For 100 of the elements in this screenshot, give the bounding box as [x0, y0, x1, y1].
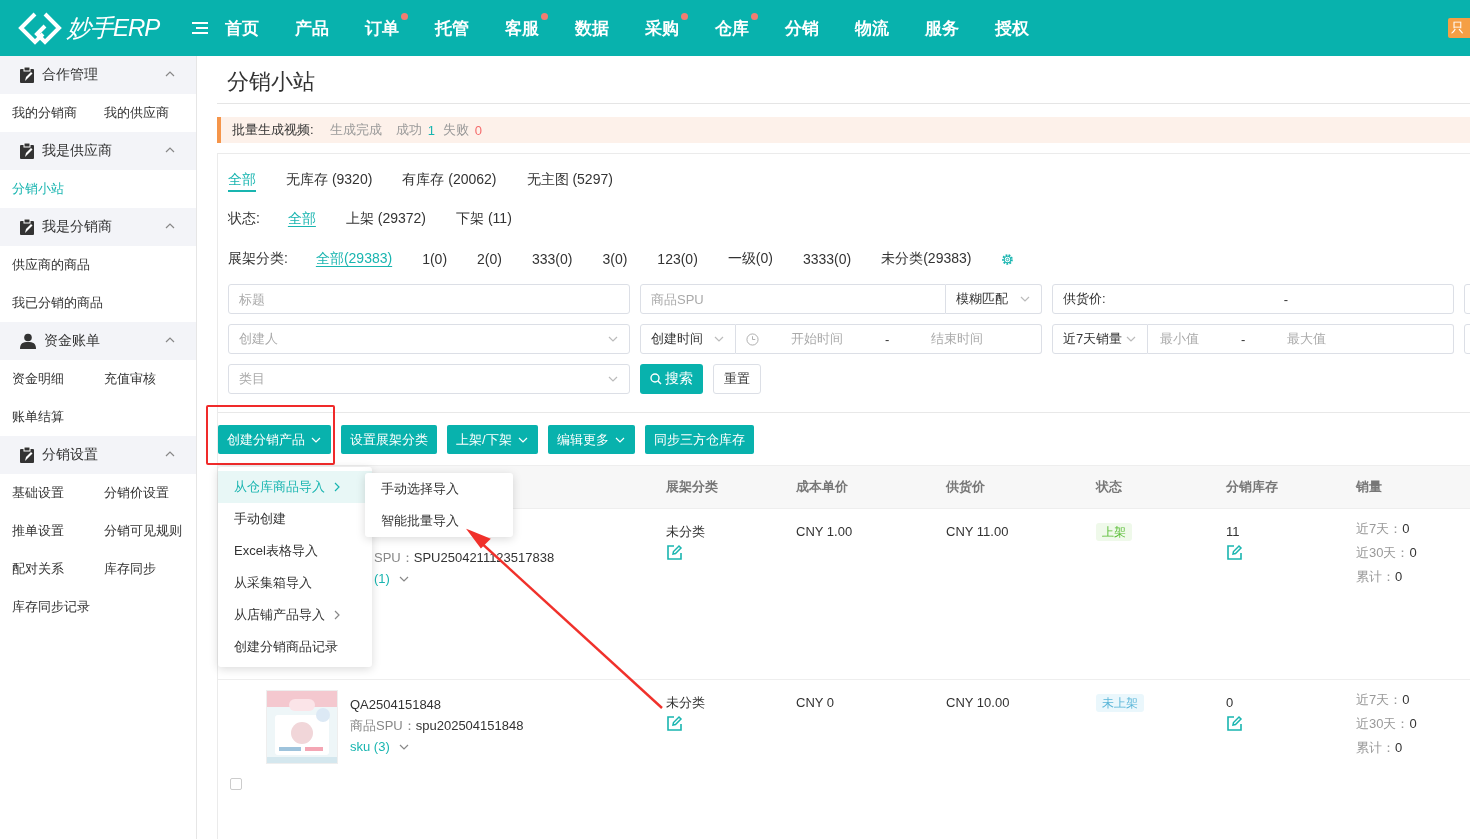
- filter-option[interactable]: 上架 (29372): [345, 210, 427, 228]
- sidebar-item[interactable]: 供应商的商品: [12, 246, 104, 284]
- filter-option[interactable]: 2(0): [477, 251, 502, 267]
- page-title: 分销小站: [217, 56, 1470, 104]
- sales-label: 累计：: [1356, 740, 1395, 755]
- sidebar-item[interactable]: 资金明细: [12, 360, 104, 398]
- menu-icon[interactable]: [191, 21, 209, 35]
- table-cell-text: 11: [1226, 523, 1241, 541]
- menu-item[interactable]: 从店铺产品导入: [218, 599, 372, 631]
- table-cell-text: 未分类: [666, 694, 706, 712]
- sales-label: 累计：: [1356, 569, 1395, 584]
- menu-item[interactable]: 智能批量导入: [365, 505, 513, 537]
- column-header: 成本单价: [796, 478, 849, 496]
- sidebar-item[interactable]: 充值审核: [104, 360, 196, 398]
- sales-value: 0: [1409, 716, 1417, 731]
- product-title: QA2504151848: [350, 696, 443, 714]
- table-cell-text: CNY 10.00: [946, 694, 1011, 712]
- fail-count: 0: [474, 122, 483, 138]
- sidebar-item[interactable]: 我的供应商: [104, 94, 196, 132]
- sidebar-item[interactable]: 账单结算: [12, 398, 104, 436]
- sales-label: 近30天：: [1356, 545, 1410, 560]
- filter-option[interactable]: 一级(0): [727, 250, 773, 268]
- sidebar-item[interactable]: 我的分销商: [12, 94, 104, 132]
- sales-period-select[interactable]: 近7天销量: [1052, 324, 1148, 354]
- logo-text: 妙手ERP: [67, 13, 160, 43]
- menu-item[interactable]: Excel表格导入: [218, 535, 372, 567]
- filter-option[interactable]: 3333(0): [802, 251, 852, 267]
- filter-option[interactable]: 3(0): [602, 251, 628, 267]
- row-checkbox[interactable]: [230, 778, 242, 790]
- edit-icon[interactable]: [1226, 715, 1243, 732]
- sales-label: 近7天：: [1356, 692, 1403, 707]
- sales-label: 近7天：: [1356, 521, 1403, 536]
- stock-tab[interactable]: 无主图 (5297): [526, 168, 613, 192]
- clipboard-icon: [20, 67, 34, 83]
- sidebar-item[interactable]: 配对关系: [12, 550, 104, 588]
- date-range-field[interactable]: 开始时间 - 结束时间: [736, 324, 1042, 354]
- stock-tab[interactable]: 无库存 (9320): [286, 168, 373, 192]
- clipboard-icon: [20, 447, 34, 463]
- stock-tab[interactable]: 有库存 (20062): [402, 168, 497, 192]
- spu-value: spu202504151848: [415, 717, 524, 735]
- edit-icon[interactable]: [1226, 544, 1243, 561]
- input-field[interactable]: 标题: [228, 284, 630, 314]
- filter-option[interactable]: 123(0): [657, 251, 698, 267]
- column-header: 销量: [1356, 478, 1383, 496]
- table-cell-text: 0: [1226, 694, 1235, 712]
- status-badge: 未上架: [1096, 694, 1144, 712]
- sales-label: 近30天：: [1356, 716, 1410, 731]
- sidebar-group-header[interactable]: 我是供应商: [0, 132, 196, 170]
- input-field[interactable]: 商品SPU: [640, 284, 946, 314]
- date-type-select[interactable]: 创建时间: [640, 324, 736, 354]
- settings-icon[interactable]: [1001, 252, 1015, 266]
- filter-option[interactable]: 下架 (11): [456, 210, 512, 228]
- table-cell-text: CNY 0: [796, 694, 836, 712]
- sidebar-group-header[interactable]: 我是分销商: [0, 208, 196, 246]
- logo-icon: [17, 10, 63, 46]
- menu-item[interactable]: 从采集箱导入: [218, 567, 372, 599]
- person-icon: [20, 333, 36, 349]
- status-badge: 上架: [1096, 523, 1132, 541]
- filter-option[interactable]: 未分类(29383): [881, 250, 972, 268]
- column-header: 状态: [1096, 478, 1123, 496]
- reset-button[interactable]: 重置: [713, 364, 761, 394]
- success-label: 成功: [395, 121, 422, 139]
- spu-label: SPU：: [374, 549, 414, 567]
- filter-label: 状态:: [228, 210, 260, 228]
- table-cell-text: CNY 11.00: [946, 523, 1010, 541]
- clock-icon: [746, 332, 759, 346]
- sidebar-item[interactable]: 我已分销的商品: [12, 284, 104, 322]
- table-cell-text: 未分类: [666, 523, 706, 541]
- filter-option[interactable]: 1(0): [422, 251, 448, 267]
- match-select[interactable]: 模糊匹配: [946, 284, 1042, 314]
- price-range-field[interactable]: 供货价: -: [1052, 284, 1454, 314]
- sidebar-item[interactable]: 分销价设置: [104, 474, 196, 512]
- fail-label: 失败: [442, 121, 469, 139]
- sales-value: 0: [1402, 521, 1410, 536]
- sidebar-group-header[interactable]: 资金账单: [0, 322, 196, 360]
- sales-range-field[interactable]: 最小值 - 最大值: [1148, 324, 1454, 354]
- filter-label: 展架分类:: [228, 250, 288, 268]
- menu-item[interactable]: 创建分销商品记录: [218, 631, 372, 663]
- filter-option[interactable]: 333(0): [531, 251, 573, 267]
- sidebar-item[interactable]: 分销可见规则: [104, 512, 196, 550]
- edit-icon[interactable]: [666, 544, 683, 561]
- column-header: 展架分类: [666, 478, 719, 496]
- sidebar-item[interactable]: 库存同步记录: [12, 588, 104, 626]
- search-icon: [650, 373, 662, 385]
- edit-icon[interactable]: [666, 715, 683, 732]
- sales-value: 0: [1395, 569, 1403, 584]
- column-header: 分销库存: [1226, 478, 1279, 496]
- sales-value: 0: [1409, 545, 1417, 560]
- column-header: 供货价: [946, 478, 986, 496]
- sidebar-group-header[interactable]: 合作管理: [0, 56, 196, 94]
- table-cell-text: CNY 1.00: [796, 523, 854, 541]
- sidebar-group-header[interactable]: 分销设置: [0, 436, 196, 474]
- clipboard-icon: [20, 143, 34, 159]
- success-count: 1: [427, 122, 435, 138]
- sales-value: 0: [1402, 692, 1410, 707]
- sidebar-item[interactable]: 库存同步: [104, 550, 196, 588]
- sales-value: 0: [1395, 740, 1403, 755]
- sidebar-item[interactable]: 推单设置: [12, 512, 104, 550]
- spu-label: 商品SPU：: [350, 717, 416, 735]
- sidebar-item[interactable]: 基础设置: [12, 474, 104, 512]
